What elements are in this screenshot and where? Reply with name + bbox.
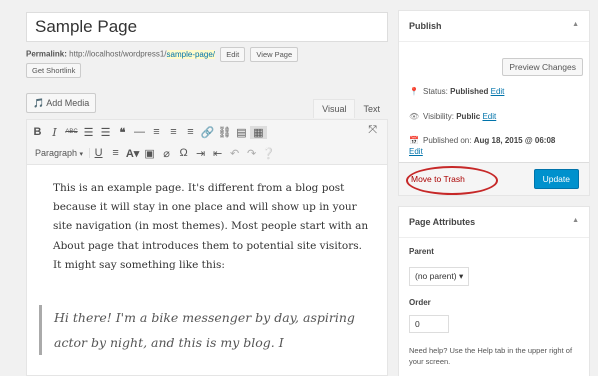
published-value: Aug 18, 2015 @ 06:08 bbox=[473, 136, 556, 145]
clear-format-icon[interactable]: ⌀ bbox=[158, 147, 175, 160]
strikethrough-icon[interactable]: ABC bbox=[63, 129, 80, 135]
special-char-icon[interactable]: Ω bbox=[175, 147, 192, 159]
numbered-list-icon[interactable]: ☰ bbox=[97, 126, 114, 139]
highlight-circle bbox=[406, 166, 498, 195]
align-right-icon[interactable]: ≡ bbox=[182, 126, 199, 138]
underline-icon[interactable]: U bbox=[90, 147, 107, 159]
horizontal-line-icon[interactable]: — bbox=[131, 126, 148, 138]
text-color-icon[interactable]: A▾ bbox=[124, 147, 141, 160]
help-text: Need help? Use the Help tab in the upper… bbox=[409, 346, 573, 366]
blockquote-icon[interactable]: ❝ bbox=[114, 126, 131, 139]
bold-icon[interactable]: B bbox=[29, 126, 46, 138]
update-button[interactable]: Update bbox=[533, 169, 579, 189]
preview-changes-button[interactable]: Preview Changes bbox=[502, 58, 583, 76]
publish-box-title[interactable]: Publish ▲ bbox=[399, 11, 589, 42]
permalink-slug[interactable]: sample-page/ bbox=[166, 49, 216, 59]
media-icon: 🎵 bbox=[33, 98, 45, 108]
publish-title-text: Publish bbox=[409, 21, 442, 31]
tab-text[interactable]: Text bbox=[355, 100, 388, 118]
toolbar-toggle-icon[interactable]: ▦ bbox=[250, 125, 267, 139]
editor-main: Sample Page Permalink: http://localhost/… bbox=[26, 0, 388, 376]
undo-icon[interactable]: ↶ bbox=[226, 147, 243, 160]
add-media-button[interactable]: 🎵 Add Media bbox=[26, 93, 97, 113]
status-label: Status: bbox=[423, 87, 448, 96]
publish-actions: Move to Trash Update bbox=[399, 162, 589, 195]
visibility-value: Public bbox=[456, 112, 481, 121]
format-select-value: Paragraph bbox=[35, 148, 78, 158]
fullscreen-icon[interactable]: ⤧ bbox=[368, 124, 377, 137]
published-on-row: 📅 Published on: Aug 18, 2015 @ 06:08 Edit bbox=[409, 135, 585, 157]
redo-icon[interactable]: ↷ bbox=[243, 147, 260, 160]
status-row: 📍 Status: Published Edit bbox=[409, 86, 504, 97]
toolbar-row-2: Paragraph ▾ U ≡ A▾ ▣ ⌀ Ω ⇥ ⇤ ↶ ↷ ❔ bbox=[27, 143, 277, 163]
visibility-row: 👁 Visibility: Public Edit bbox=[409, 111, 496, 122]
parent-value: (no parent) bbox=[415, 271, 457, 281]
chevron-down-icon: ▾ bbox=[458, 271, 464, 281]
publish-box: Publish ▲ Preview Changes 📍 Status: Publis… bbox=[398, 10, 590, 196]
title-input[interactable]: Sample Page bbox=[26, 12, 388, 42]
status-value: Published bbox=[450, 87, 489, 96]
visibility-edit-link[interactable]: Edit bbox=[482, 112, 496, 121]
attributes-title-text: Page Attributes bbox=[409, 217, 476, 227]
collapse-arrow-icon[interactable]: ▲ bbox=[572, 21, 579, 28]
indent-icon[interactable]: ⇥ bbox=[192, 147, 209, 160]
get-shortlink-button[interactable]: Get Shortlink bbox=[26, 63, 82, 78]
pin-icon: 📍 bbox=[409, 87, 419, 96]
content-paragraph[interactable]: This is an example page. It's different … bbox=[53, 179, 369, 275]
toolbar-row-1: B I ABC ☰ ☰ ❝ — ≡ ≡ ≡ 🔗 ⛓ ▤ ▦ bbox=[29, 122, 267, 142]
parent-select[interactable]: (no parent) ▾ bbox=[409, 267, 470, 286]
justify-icon[interactable]: ≡ bbox=[107, 147, 124, 159]
visibility-label: Visibility: bbox=[423, 112, 454, 121]
order-input[interactable]: 0 bbox=[409, 315, 449, 333]
calendar-icon: 📅 bbox=[409, 136, 419, 145]
paste-text-icon[interactable]: ▣ bbox=[141, 147, 158, 160]
chevron-down-icon: ▾ bbox=[79, 151, 84, 158]
published-label: Published on: bbox=[423, 136, 472, 145]
editor-tabs: Visual Text bbox=[313, 99, 388, 119]
collapse-arrow-icon[interactable]: ▲ bbox=[572, 217, 579, 224]
page-attributes-box: Page Attributes ▲ Parent (no parent) ▾ Or… bbox=[398, 206, 590, 376]
bullet-list-icon[interactable]: ☰ bbox=[80, 126, 97, 139]
tab-visual[interactable]: Visual bbox=[313, 99, 356, 118]
format-select[interactable]: Paragraph ▾ bbox=[27, 148, 91, 158]
help-icon[interactable]: ❔ bbox=[260, 147, 277, 160]
move-to-trash-link[interactable]: Move to Trash bbox=[406, 166, 498, 195]
edit-permalink-button[interactable]: Edit bbox=[220, 47, 246, 62]
italic-icon[interactable]: I bbox=[46, 126, 63, 139]
published-edit-link[interactable]: Edit bbox=[409, 147, 423, 156]
permalink-row: Permalink: http://localhost/wordpress1/s… bbox=[26, 47, 388, 78]
outdent-icon[interactable]: ⇤ bbox=[209, 147, 226, 160]
status-edit-link[interactable]: Edit bbox=[491, 87, 505, 96]
align-left-icon[interactable]: ≡ bbox=[148, 126, 165, 138]
parent-label: Parent bbox=[409, 247, 434, 256]
eye-icon: 👁 bbox=[409, 112, 420, 121]
view-page-button[interactable]: View Page bbox=[250, 47, 299, 62]
content-blockquote[interactable]: Hi there! I'm a bike messenger by day, a… bbox=[39, 305, 379, 355]
editor-content[interactable]: This is an example page. It's different … bbox=[26, 165, 388, 376]
page-attributes-title[interactable]: Page Attributes ▲ bbox=[399, 207, 589, 238]
order-label: Order bbox=[409, 298, 431, 307]
permalink-base[interactable]: http://localhost/wordpress1/ bbox=[69, 50, 166, 59]
editor-toolbar: B I ABC ☰ ☰ ❝ — ≡ ≡ ≡ 🔗 ⛓ ▤ ▦ ⤧ Paragrap… bbox=[26, 119, 388, 165]
align-center-icon[interactable]: ≡ bbox=[165, 126, 182, 138]
read-more-icon[interactable]: ▤ bbox=[233, 126, 250, 139]
add-media-label: Add Media bbox=[46, 98, 90, 108]
link-icon[interactable]: 🔗 bbox=[199, 126, 216, 139]
unlink-icon[interactable]: ⛓ bbox=[216, 126, 233, 139]
permalink-label: Permalink: bbox=[26, 49, 67, 59]
